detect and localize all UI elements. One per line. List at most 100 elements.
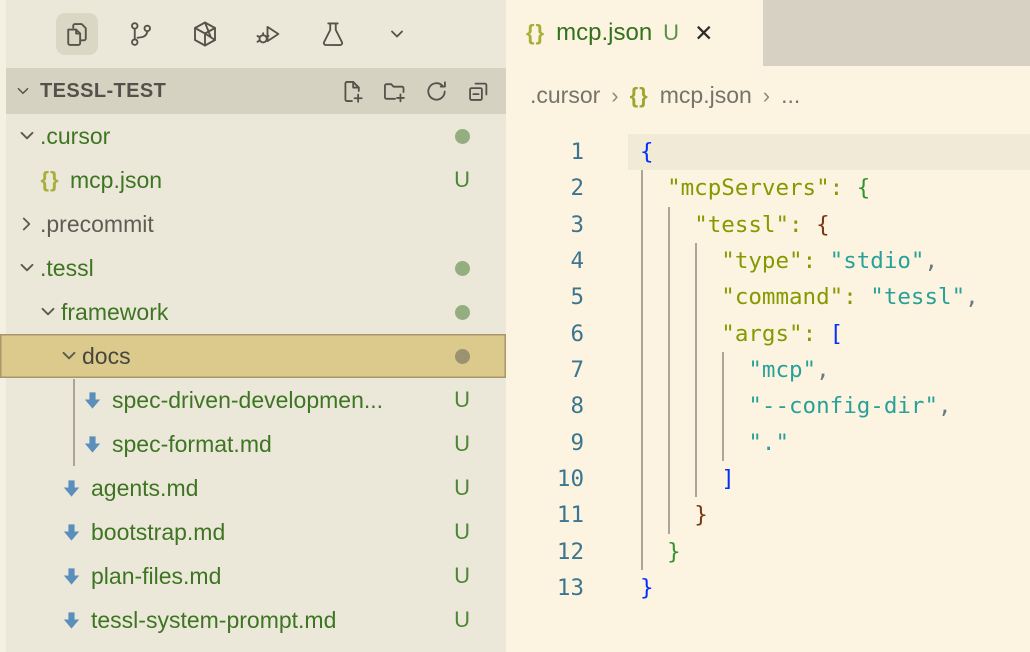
tree-row--tessl[interactable]: .tessl bbox=[0, 246, 506, 290]
line-number: 1 bbox=[506, 134, 584, 170]
sidebar: TESSL-TEST bbox=[0, 0, 506, 652]
tree-item-label: mcp.json bbox=[70, 167, 162, 194]
modified-dot-badge bbox=[455, 129, 470, 144]
line-number: 8 bbox=[506, 388, 584, 424]
source-control-icon[interactable] bbox=[120, 13, 162, 55]
line-number: 6 bbox=[506, 316, 584, 352]
tree-item-label: framework bbox=[61, 299, 168, 326]
indent-guide bbox=[641, 170, 643, 570]
code-line-3: "tessl": { bbox=[640, 207, 979, 243]
chevron-down-icon bbox=[14, 257, 40, 279]
markdown-file-icon bbox=[56, 609, 86, 632]
close-icon[interactable]: ✕ bbox=[694, 20, 713, 47]
tree-item-label: spec-format.md bbox=[112, 431, 272, 458]
modified-dot-badge bbox=[455, 349, 470, 364]
markdown-file-icon bbox=[77, 389, 107, 412]
git-untracked-badge: U bbox=[454, 607, 470, 633]
indent-guide bbox=[668, 207, 670, 534]
activity-bar bbox=[0, 0, 506, 68]
tab-label: mcp.json bbox=[556, 19, 652, 47]
tree-item-label: .precommit bbox=[40, 211, 154, 238]
git-untracked-badge: U bbox=[454, 387, 470, 413]
breadcrumb: .cursor › {} mcp.json › ... bbox=[506, 66, 1030, 125]
tree-item-label: tessl-system-prompt.md bbox=[91, 607, 336, 634]
explorer-section-header: TESSL-TEST bbox=[0, 68, 506, 114]
tree-item-label: .tessl bbox=[40, 255, 94, 282]
tab-mcp-json[interactable]: {} mcp.json U ✕ bbox=[506, 0, 763, 66]
git-untracked-badge: U bbox=[454, 431, 470, 457]
chevron-down-icon[interactable] bbox=[376, 13, 418, 55]
code-editor[interactable]: 12345678910111213 { "mcpServers": { "tes… bbox=[506, 134, 1030, 652]
tree-item-label: agents.md bbox=[91, 475, 198, 502]
line-number: 4 bbox=[506, 243, 584, 279]
json-file-icon: {} bbox=[35, 167, 65, 193]
new-file-icon[interactable] bbox=[339, 78, 366, 105]
code-line-7: "mcp", bbox=[640, 352, 979, 388]
tree-row-docs[interactable]: docs bbox=[0, 334, 506, 378]
git-modified-badge: U bbox=[663, 20, 679, 46]
tree-row-bootstrap-md[interactable]: bootstrap.mdU bbox=[0, 510, 506, 554]
indent-guide bbox=[722, 352, 724, 461]
tree-item-label: docs bbox=[82, 343, 131, 370]
line-number: 7 bbox=[506, 352, 584, 388]
tree-row-plan-files-md[interactable]: plan-files.mdU bbox=[0, 554, 506, 598]
code-lines[interactable]: { "mcpServers": { "tessl": { "type": "st… bbox=[640, 134, 979, 606]
modified-dot-badge bbox=[455, 261, 470, 276]
tree-row--precommit[interactable]: .precommit bbox=[0, 202, 506, 246]
tree-item-label: .cursor bbox=[40, 123, 110, 150]
tree-row-agents-md[interactable]: agents.md U bbox=[0, 466, 506, 510]
indent-guide bbox=[695, 243, 697, 497]
git-untracked-badge: U bbox=[454, 167, 470, 193]
code-line-6: "args": [ bbox=[640, 316, 979, 352]
chevron-right-icon bbox=[14, 213, 40, 235]
new-folder-icon[interactable] bbox=[381, 78, 408, 105]
line-number-gutter[interactable]: 12345678910111213 bbox=[506, 134, 584, 606]
tree-row-spec-driven-developmen-[interactable]: spec-driven-developmen...U bbox=[0, 378, 506, 422]
chevron-down-icon bbox=[35, 301, 61, 323]
code-line-4: "type": "stdio", bbox=[640, 243, 979, 279]
markdown-file-icon bbox=[56, 521, 86, 544]
line-number: 12 bbox=[506, 534, 584, 570]
chevron-down-icon[interactable] bbox=[10, 80, 36, 102]
line-number: 13 bbox=[506, 570, 584, 606]
code-line-13: } bbox=[640, 570, 979, 606]
tree-row-mcp-json[interactable]: {}mcp.json U bbox=[0, 158, 506, 202]
extensions-cube-icon[interactable] bbox=[184, 13, 226, 55]
code-line-5: "command": "tessl", bbox=[640, 279, 979, 315]
tree-row-tessl-system-prompt-md[interactable]: tessl-system-prompt.md U bbox=[0, 598, 506, 642]
tree-row-framework[interactable]: framework bbox=[0, 290, 506, 334]
line-number: 11 bbox=[506, 497, 584, 533]
testing-flask-icon[interactable] bbox=[312, 13, 354, 55]
json-file-icon: {} bbox=[526, 20, 545, 46]
git-untracked-badge: U bbox=[454, 475, 470, 501]
chevron-down-icon bbox=[56, 345, 82, 367]
file-tree: .cursor {}mcp.json U .precommit .tessl framew… bbox=[0, 114, 506, 642]
tree-row-spec-format-md[interactable]: spec-format.md U bbox=[0, 422, 506, 466]
explorer-icon[interactable] bbox=[56, 13, 98, 55]
tree-row--cursor[interactable]: .cursor bbox=[0, 114, 506, 158]
tree-indent-guide bbox=[73, 379, 75, 466]
modified-dot-badge bbox=[455, 305, 470, 320]
code-line-11: } bbox=[640, 497, 979, 533]
markdown-file-icon bbox=[56, 477, 86, 500]
line-number: 9 bbox=[506, 425, 584, 461]
tree-item-label: bootstrap.md bbox=[91, 519, 225, 546]
run-debug-icon[interactable] bbox=[248, 13, 290, 55]
collapse-all-icon[interactable] bbox=[465, 78, 492, 105]
workspace-title: TESSL-TEST bbox=[40, 80, 339, 103]
breadcrumb-folder[interactable]: .cursor bbox=[530, 82, 600, 109]
code-line-12: } bbox=[640, 534, 979, 570]
editor-group: {} mcp.json U ✕ .cursor › {} mcp.json › … bbox=[506, 0, 1030, 652]
line-number: 5 bbox=[506, 279, 584, 315]
line-number: 10 bbox=[506, 461, 584, 497]
code-line-10: ] bbox=[640, 461, 979, 497]
line-number: 3 bbox=[506, 207, 584, 243]
tab-bar: {} mcp.json U ✕ bbox=[506, 0, 1030, 66]
code-line-2: "mcpServers": { bbox=[640, 170, 979, 206]
code-line-1: { bbox=[640, 134, 979, 170]
breadcrumb-separator: › bbox=[763, 83, 770, 109]
breadcrumb-file[interactable]: mcp.json bbox=[660, 82, 752, 109]
line-number: 2 bbox=[506, 170, 584, 206]
refresh-icon[interactable] bbox=[423, 78, 450, 105]
breadcrumb-more[interactable]: ... bbox=[781, 82, 800, 109]
